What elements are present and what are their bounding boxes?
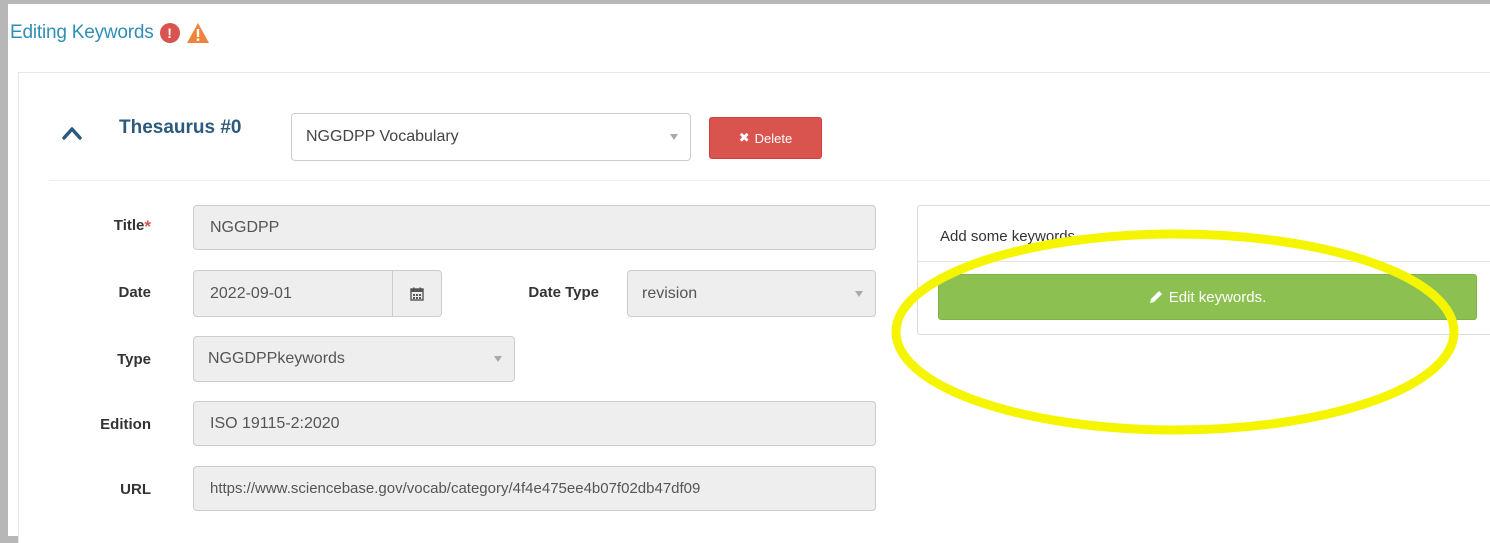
dropdown-arrow-icon bbox=[670, 134, 678, 140]
edition-label: Edition bbox=[100, 416, 151, 433]
keywords-divider bbox=[918, 261, 1490, 262]
calendar-icon bbox=[410, 287, 424, 301]
type-select[interactable]: NGGDPPkeywords bbox=[193, 336, 515, 382]
thesaurus-panel: Thesaurus #0 NGGDPP Vocabulary ✖ Delete … bbox=[18, 72, 1490, 543]
dropdown-arrow-icon bbox=[494, 356, 502, 362]
editor-frame: Editing Keywords ! Thesaurus #0 NGGDPP V… bbox=[8, 4, 1490, 543]
edition-field[interactable]: ISO 19115-2:2020 bbox=[193, 401, 876, 446]
keywords-panel: Add some keywords. Edit keywords. bbox=[917, 205, 1490, 335]
pencil-icon bbox=[1149, 291, 1162, 303]
delete-button[interactable]: ✖ Delete bbox=[709, 117, 822, 159]
date-type-value: revision bbox=[642, 284, 698, 302]
header-divider bbox=[49, 180, 1490, 181]
date-type-select[interactable]: revision bbox=[627, 270, 876, 317]
date-label: Date bbox=[118, 284, 151, 301]
dropdown-arrow-icon bbox=[855, 290, 863, 297]
thesaurus-label: Thesaurus #0 bbox=[119, 117, 242, 138]
calendar-button[interactable] bbox=[393, 270, 442, 317]
exclamation-circle-icon[interactable]: ! bbox=[159, 23, 180, 43]
required-marker: * bbox=[144, 217, 151, 236]
keywords-hint: Add some keywords. bbox=[940, 228, 1080, 245]
date-field-value: 2022-09-01 bbox=[210, 284, 292, 302]
page-title: Editing Keywords ! bbox=[10, 22, 210, 44]
warning-triangle-icon[interactable] bbox=[186, 22, 210, 44]
delete-button-label: Delete bbox=[754, 130, 793, 146]
edit-keywords-button[interactable]: Edit keywords. bbox=[938, 274, 1477, 320]
thesaurus-header: Thesaurus #0 NGGDPP Vocabulary ✖ Delete bbox=[19, 73, 1490, 181]
date-field[interactable]: 2022-09-01 bbox=[193, 270, 393, 317]
url-label: URL bbox=[120, 481, 151, 498]
vocabulary-select-value: NGGDPP Vocabulary bbox=[306, 128, 459, 145]
title-field[interactable]: NGGDPP bbox=[193, 205, 876, 250]
title-label: Title* bbox=[41, 217, 151, 237]
title-field-value: NGGDPP bbox=[210, 218, 280, 236]
edit-keywords-label: Edit keywords. bbox=[1168, 288, 1267, 306]
url-field[interactable]: https://www.sciencebase.gov/vocab/catego… bbox=[193, 466, 876, 511]
title-label-text: Title bbox=[113, 217, 145, 234]
vocabulary-select[interactable]: NGGDPP Vocabulary bbox=[291, 113, 691, 161]
type-label: Type bbox=[117, 351, 151, 368]
url-field-value: https://www.sciencebase.gov/vocab/catego… bbox=[210, 480, 701, 497]
date-type-label: Date Type bbox=[528, 284, 599, 301]
chevron-up-icon[interactable] bbox=[61, 125, 83, 141]
type-select-value: NGGDPPkeywords bbox=[208, 350, 345, 367]
edition-field-value: ISO 19115-2:2020 bbox=[210, 414, 340, 432]
page-title-text: Editing Keywords bbox=[10, 22, 154, 43]
close-icon: ✖ bbox=[738, 130, 750, 145]
